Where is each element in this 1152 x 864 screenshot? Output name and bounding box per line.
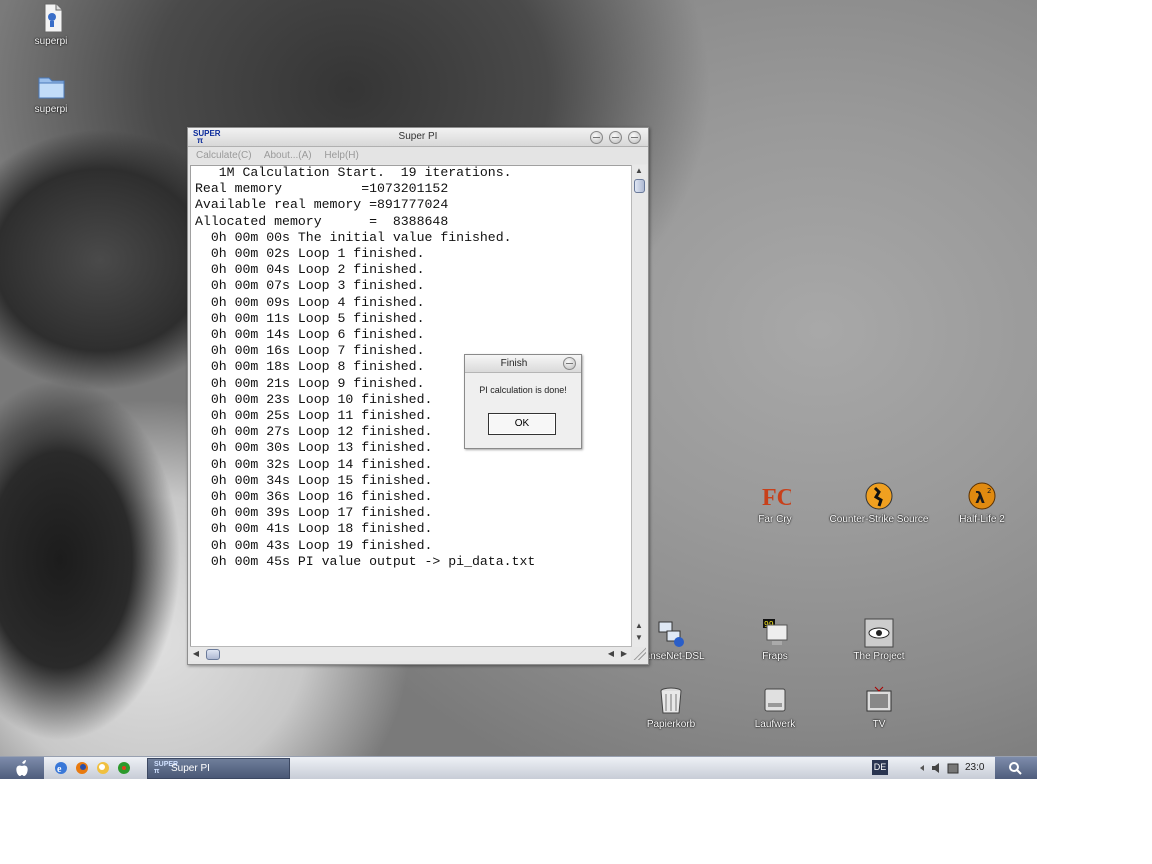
log-line: Available real memory =891777024 bbox=[195, 197, 449, 213]
dialog-close-button[interactable] bbox=[563, 357, 576, 370]
horizontal-scroll-thumb[interactable] bbox=[206, 649, 220, 660]
fraps-icon: 99 bbox=[759, 617, 791, 649]
vertical-scrollbar[interactable]: ▲ ▲ ▼ bbox=[631, 165, 646, 647]
the-project-icon bbox=[863, 617, 895, 649]
tray-arrow-icon[interactable] bbox=[918, 759, 928, 777]
desktop-icon-superpi-folder[interactable]: superpi bbox=[1, 70, 101, 115]
start-button[interactable] bbox=[0, 757, 44, 779]
quicklaunch-icq-icon[interactable] bbox=[117, 759, 131, 777]
log-line: 0h 00m 45s PI value output -> pi_data.tx… bbox=[195, 553, 536, 569]
desktop-icon-superpi-archive[interactable]: superpi bbox=[1, 2, 101, 47]
desktop-icon-label: superpi bbox=[34, 104, 68, 115]
desktop-icon-label: Counter-Strike Source bbox=[829, 514, 929, 525]
menu-calculate[interactable]: Calculate(C) bbox=[196, 150, 252, 161]
svg-text:e: e bbox=[57, 764, 62, 775]
menu-help[interactable]: Help(H) bbox=[324, 150, 358, 161]
zip-archive-icon bbox=[35, 2, 67, 34]
ok-button[interactable]: OK bbox=[488, 413, 556, 435]
dialog-message: PI calculation is done! bbox=[479, 385, 567, 395]
desktop-icon-label: Laufwerk bbox=[754, 719, 796, 730]
log-line: Real memory =1073201152 bbox=[195, 181, 449, 197]
horizontal-scrollbar[interactable]: ◀ ◀ ▶ bbox=[190, 646, 631, 661]
scroll-down-arrow-icon[interactable]: ▼ bbox=[632, 632, 646, 644]
half-life-icon: λ2 bbox=[966, 480, 998, 512]
counter-strike-icon bbox=[863, 480, 895, 512]
clock[interactable]: 23:0 bbox=[965, 759, 984, 777]
window-title: Super PI bbox=[398, 131, 438, 142]
quicklaunch-ie-icon[interactable]: e bbox=[54, 759, 68, 777]
dialog-title: Finish bbox=[500, 358, 528, 369]
desktop-icon-label: Half-Life 2 bbox=[959, 514, 1005, 525]
language-indicator[interactable]: DE bbox=[872, 760, 888, 775]
folder-icon bbox=[35, 70, 67, 102]
desktop-icon-label: Far Cry bbox=[758, 514, 792, 525]
log-line: 1M Calculation Start. 19 iterations. bbox=[195, 165, 512, 180]
tray-battery-icon[interactable] bbox=[946, 759, 960, 777]
log-line: 0h 00m 07s Loop 3 finished. bbox=[195, 278, 425, 294]
desktop-icon-the-project[interactable]: The Project bbox=[829, 617, 929, 662]
log-line: 0h 00m 32s Loop 14 finished. bbox=[195, 456, 433, 472]
desktop-icon-tv[interactable]: TV bbox=[829, 685, 929, 730]
apple-icon bbox=[16, 760, 28, 776]
desktop-icon-label: Papierkorb bbox=[646, 719, 696, 730]
log-line: 0h 00m 14s Loop 6 finished. bbox=[195, 327, 425, 343]
log-line: 0h 00m 43s Loop 19 finished. bbox=[195, 537, 433, 553]
menubar: Calculate(C) About...(A) Help(H) bbox=[188, 147, 648, 164]
log-line: 0h 00m 00s The initial value finished. bbox=[195, 229, 512, 245]
desktop-icon-far-cry[interactable]: FC Far Cry bbox=[725, 480, 825, 525]
desktop-icon-label: The Project bbox=[853, 651, 905, 662]
desktop-icon-papierkorb[interactable]: Papierkorb bbox=[621, 685, 721, 730]
log-line: 0h 00m 36s Loop 16 finished. bbox=[195, 489, 433, 505]
log-line: 0h 00m 41s Loop 18 finished. bbox=[195, 521, 433, 537]
quicklaunch-firefox-icon[interactable] bbox=[75, 759, 89, 777]
minimize-button[interactable] bbox=[590, 131, 603, 144]
close-button[interactable] bbox=[628, 131, 641, 144]
log-line: 0h 00m 39s Loop 17 finished. bbox=[195, 505, 433, 521]
log-line: Allocated memory = 8388648 bbox=[195, 213, 449, 229]
svg-text:λ: λ bbox=[975, 488, 985, 507]
taskbar-task-label: Super PI bbox=[171, 763, 210, 774]
desktop-icon-label: Fraps bbox=[762, 651, 788, 662]
scroll-right-arrow-icon[interactable]: ▶ bbox=[618, 647, 630, 661]
tv-icon bbox=[863, 685, 895, 717]
drive-icon bbox=[759, 685, 791, 717]
taskbar: e SUPER π Super PI DE 23:0 bbox=[0, 756, 1037, 779]
superpi-titlebar[interactable]: SUPER π Super PI bbox=[188, 128, 648, 147]
svg-text:FC: FC bbox=[762, 485, 791, 511]
desktop-icon-half-life-2[interactable]: λ2 Half-Life 2 bbox=[932, 480, 1032, 525]
desktop-icon-fraps[interactable]: 99 Fraps bbox=[725, 617, 825, 662]
superpi-app-icon: SUPER π bbox=[154, 761, 179, 776]
network-icon bbox=[655, 617, 687, 649]
svg-text:2: 2 bbox=[987, 487, 991, 495]
farcry-icon: FC bbox=[759, 480, 794, 512]
taskbar-task-superpi[interactable]: SUPER π Super PI bbox=[147, 758, 290, 779]
log-line: 0h 00m 02s Loop 1 finished. bbox=[195, 246, 425, 262]
trash-icon bbox=[655, 685, 687, 717]
log-line: 0h 00m 04s Loop 2 finished. bbox=[195, 262, 425, 278]
desktop-icon-label: superpi bbox=[34, 36, 68, 47]
quicklaunch-thunderbird-icon[interactable] bbox=[96, 759, 110, 777]
log-line: 0h 00m 09s Loop 4 finished. bbox=[195, 294, 425, 310]
scroll-left-arrow-icon[interactable]: ◀ bbox=[605, 647, 617, 661]
search-icon bbox=[1009, 762, 1022, 775]
desktop-icon-laufwerk[interactable]: Laufwerk bbox=[725, 685, 825, 730]
log-line: 0h 00m 11s Loop 5 finished. bbox=[195, 310, 425, 326]
resize-grip-icon[interactable] bbox=[632, 646, 646, 660]
search-button[interactable] bbox=[995, 757, 1037, 779]
desktop-icon-counter-strike[interactable]: Counter-Strike Source bbox=[829, 480, 929, 525]
log-line: 0h 00m 34s Loop 15 finished. bbox=[195, 472, 433, 488]
tray-volume-icon[interactable] bbox=[930, 759, 944, 777]
maximize-button[interactable] bbox=[609, 131, 622, 144]
desktop-icon-label: TV bbox=[872, 719, 886, 730]
scroll-left-arrow-icon[interactable]: ◀ bbox=[190, 647, 202, 661]
finish-dialog[interactable]: Finish PI calculation is done! OK bbox=[464, 354, 582, 449]
scroll-up-arrow-icon[interactable]: ▲ bbox=[632, 165, 646, 177]
vertical-scroll-thumb[interactable] bbox=[634, 179, 645, 193]
scroll-up-arrow-icon[interactable]: ▲ bbox=[632, 620, 646, 632]
menu-about[interactable]: About...(A) bbox=[264, 150, 312, 161]
dialog-titlebar[interactable]: Finish bbox=[465, 355, 581, 373]
